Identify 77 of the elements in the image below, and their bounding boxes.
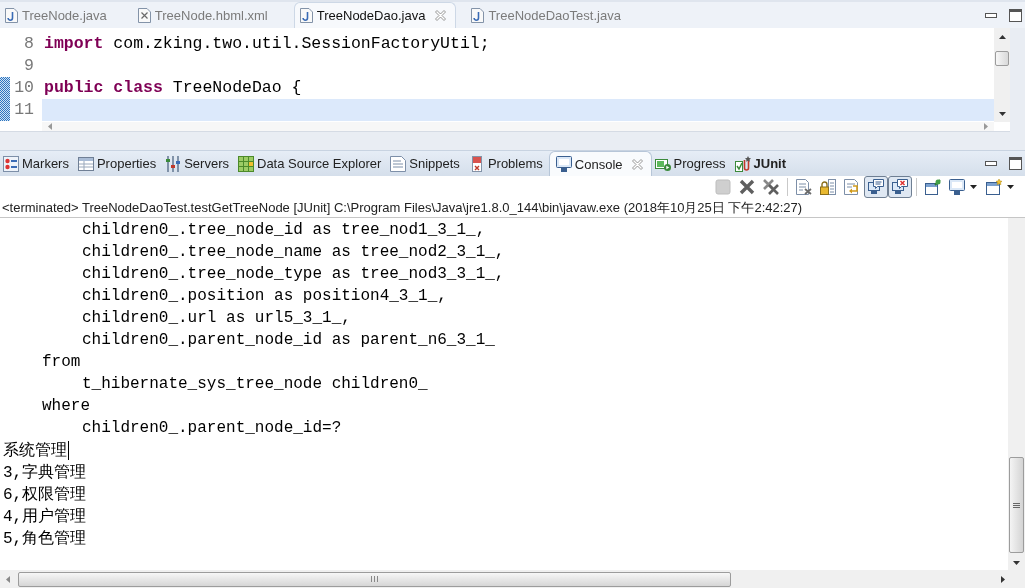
console-line: 5,角色管理	[3, 528, 87, 549]
editor-tab[interactable]: TreeNode.hbml.xml	[132, 2, 294, 28]
lock-document-icon	[820, 179, 836, 195]
document-cross-icon	[796, 179, 812, 195]
maximize-icon[interactable]	[1009, 8, 1022, 22]
process-description: <terminated> TreeNodeDaoTest.testGetTreeNode [JUnit] C:\Program Files\Java\jre1.8.0_144\bin\javaw.exe (2018年10月25日 下午2:42:27)	[0, 198, 1025, 218]
code-line: public class TreeNodeDao {	[43, 77, 303, 99]
file-icon	[5, 7, 18, 23]
monitor-bubble-icon	[868, 179, 884, 195]
editor-tab[interactable]: TreeNodeDao.java	[293, 2, 457, 28]
scroll-thumb[interactable]	[995, 51, 1009, 66]
console-line: children0_.parent_node_id as parent_n6_3_1_	[82, 331, 495, 349]
stop-icon	[715, 179, 731, 195]
line-number: 11	[13, 99, 34, 121]
minimize-icon[interactable]	[985, 161, 997, 166]
code-line: import com.zking.two.util.SessionFactoryUtil;	[43, 33, 491, 55]
view-tab[interactable]: Properties	[74, 151, 163, 176]
console-line: where	[42, 397, 90, 415]
line-number: 8	[23, 33, 34, 55]
scroll-thumb[interactable]	[1009, 457, 1024, 553]
arrow-left-icon[interactable]	[6, 575, 10, 583]
view-tab[interactable]: Snippets	[387, 151, 466, 176]
editor-tab[interactable]: TreeNodeDaoTest.java	[466, 2, 647, 28]
cross-icon	[739, 179, 755, 195]
grid-icon	[238, 155, 254, 172]
window-pin-icon	[925, 179, 941, 195]
console-line: children0_.tree_node_type as tree_nod3_3_1_,	[82, 265, 505, 283]
maximize-icon[interactable]	[1009, 157, 1022, 170]
console-line: from	[42, 353, 81, 371]
sliders-icon	[165, 155, 182, 172]
arrow-down-icon[interactable]	[1013, 561, 1020, 565]
scrollbar[interactable]	[994, 28, 1010, 122]
caret-icon	[970, 185, 977, 189]
console-line: 4,用户管理	[3, 506, 87, 527]
monitor-icon	[949, 179, 965, 195]
scrollbar[interactable]	[1008, 218, 1025, 570]
console-line: children0_.parent_node_id=?	[82, 419, 342, 437]
list-icon	[3, 155, 19, 172]
view-tab[interactable]: Servers	[162, 151, 235, 176]
test-check-icon	[734, 155, 751, 172]
console-line: 系统管理	[3, 440, 67, 461]
view-tab[interactable]: Console	[548, 151, 652, 176]
arrow-right-icon[interactable]	[1001, 575, 1005, 583]
view-tab[interactable]: Progress	[651, 151, 732, 176]
console-line: children0_.tree_node_id as tree_nod1_3_1_,	[82, 221, 486, 239]
scrollbar[interactable]	[42, 122, 994, 131]
arrow-down-icon[interactable]	[998, 112, 1006, 116]
line-number: 9	[23, 55, 34, 77]
file-cross-icon	[137, 7, 151, 23]
view-tab[interactable]: Problems	[465, 151, 549, 176]
arrow-up-icon[interactable]	[998, 35, 1006, 39]
view-tab[interactable]: Data Source Explorer	[235, 151, 388, 176]
document-icon	[390, 155, 407, 172]
monitor-error-icon	[892, 179, 908, 195]
console-line: children0_.url as url5_3_1_,	[82, 309, 351, 327]
table-icon	[77, 155, 94, 172]
toolbar-button[interactable]	[888, 176, 912, 198]
console-line: 6,权限管理	[3, 484, 87, 505]
view-tab[interactable]: JUnit	[731, 151, 793, 176]
console-line: t_hibernate_sys_tree_node children0_	[82, 375, 428, 393]
editor-tab[interactable]: TreeNode.java	[0, 2, 133, 28]
monitor-icon	[555, 156, 572, 172]
line-number: 10	[13, 77, 34, 99]
scrollbar[interactable]	[0, 570, 1025, 588]
scroll-thumb[interactable]	[18, 571, 731, 587]
file-icon	[471, 7, 485, 23]
toolbar-button[interactable]	[864, 176, 888, 198]
document-arrow-icon	[844, 179, 860, 195]
double-cross-icon	[763, 179, 779, 195]
minimize-icon[interactable]	[985, 12, 997, 18]
console-line: children0_.tree_node_name as tree_nod2_3_1_,	[82, 243, 505, 261]
caret-icon	[1007, 185, 1014, 189]
console-line: children0_.position as position4_3_1_,	[82, 287, 447, 305]
console-line: 3,字典管理	[3, 462, 87, 483]
view-tab[interactable]: Markers	[0, 151, 75, 176]
arrow-left-icon[interactable]	[48, 123, 52, 130]
file-icon	[299, 8, 313, 23]
